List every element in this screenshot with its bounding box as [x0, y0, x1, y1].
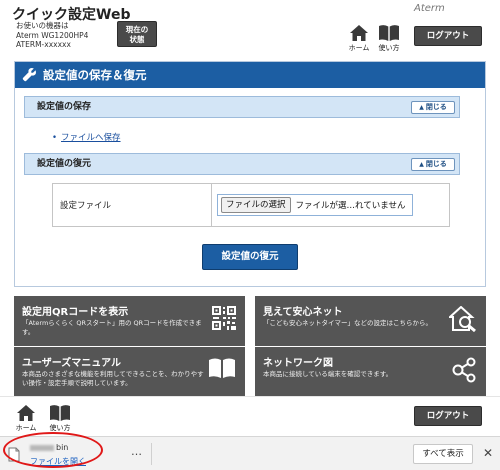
bullet-icon: •: [52, 133, 58, 143]
device-label: お使いの機器は: [16, 21, 69, 30]
home-icon: [350, 25, 368, 41]
save-close-label: 閉じる: [425, 103, 447, 111]
footer-manual-nav[interactable]: 使い方: [46, 404, 74, 434]
close-icon[interactable]: ✕: [483, 446, 493, 460]
tile-desc: 「Atermらくらく QRスタート」用の QRコードを作成できます。: [22, 319, 202, 336]
book-icon: [209, 358, 235, 378]
blurred-filename: [30, 444, 54, 451]
downloaded-file-name[interactable]: bin: [30, 443, 68, 452]
file-extension: bin: [56, 443, 69, 452]
logout-button[interactable]: ログアウト: [414, 26, 482, 46]
settings-file-cell: ファイルの選択 ファイルが選…れていません: [212, 184, 449, 226]
save-section-header[interactable]: 設定値の保存 ▲ 閉じる: [24, 96, 460, 118]
manual-nav[interactable]: 使い方: [375, 24, 403, 54]
network-icon: [452, 357, 476, 383]
header: クイック設定Web お使いの機器は Aterm WG1200HP4 ATERM-…: [0, 0, 500, 58]
device-info: お使いの機器は Aterm WG1200HP4 ATERM-xxxxxx: [16, 21, 88, 50]
save-to-file-label: ファイルへ保存: [61, 133, 121, 143]
footer-logout-button[interactable]: ログアウト: [414, 406, 482, 426]
status-button-line2: 状態: [129, 35, 145, 44]
home-label: ホーム: [348, 44, 370, 52]
footer-divider: [0, 396, 500, 397]
current-status-button[interactable]: 現在の 状態: [117, 21, 157, 47]
choose-file-button[interactable]: ファイルの選択: [221, 197, 291, 213]
tile-title: ネットワーク図: [263, 358, 333, 369]
footer-home-label: ホーム: [15, 424, 37, 432]
tile-desc: 「こども安心ネットタイマー」などの設定はこちらから。: [263, 319, 432, 327]
save-section-title: 設定値の保存: [37, 102, 92, 112]
tile-users-manual[interactable]: ユーザーズマニュアル 本商品のさまざまな機能を利用してできることを、わかりやすい…: [14, 347, 245, 397]
open-file-link[interactable]: ファイルを開く: [30, 456, 86, 467]
panel-title-bar: 設定値の保存＆復元: [15, 62, 485, 88]
device-model: Aterm WG1200HP4: [16, 30, 89, 40]
wrench-icon: [22, 68, 36, 82]
settings-file-label: 設定ファイル: [53, 184, 212, 226]
status-button-line1: 現在の: [125, 25, 149, 34]
device-ssid: ATERM-xxxxxx: [16, 40, 71, 49]
tile-desc: 本商品に接続している端末を確認できます。: [263, 370, 393, 378]
restore-section-title: 設定値の復元: [37, 159, 92, 169]
restore-section-header[interactable]: 設定値の復元 ▲ 閉じる: [24, 153, 460, 175]
manual-label: 使い方: [378, 44, 400, 52]
download-separator: [151, 443, 152, 465]
download-bar: bin ファイルを開く … すべて表示 ✕: [0, 436, 500, 470]
chevron-up-icon: ▲: [419, 104, 424, 111]
panel-title: 設定値の保存＆復元: [43, 68, 147, 82]
home-icon: [17, 405, 35, 421]
tile-desc: 本商品のさまざまな機能を利用してできることを、わかりやすい操作・設定手順で説明し…: [22, 370, 204, 387]
save-to-file-link[interactable]: • ファイルへ保存: [52, 131, 121, 143]
restore-button[interactable]: 設定値の復元: [202, 244, 298, 270]
footer-manual-label: 使い方: [49, 424, 71, 432]
restore-close-label: 閉じる: [425, 160, 447, 168]
tile-mieru-anshin[interactable]: 見えて安心ネット 「こども安心ネットタイマー」などの設定はこちらから。: [255, 296, 486, 346]
show-all-button[interactable]: すべて表示: [413, 444, 473, 464]
restore-section-close-button[interactable]: ▲ 閉じる: [411, 158, 455, 171]
tile-title: ユーザーズマニュアル: [22, 358, 121, 369]
brand-logo: Aterm: [414, 3, 445, 14]
tile-qr-code[interactable]: 設定用QRコードを表示 「Atermらくらく QRスタート」用の QRコードを作…: [14, 296, 245, 346]
settings-file-row: 設定ファイル ファイルの選択 ファイルが選…れていません: [52, 183, 450, 227]
save-section-close-button[interactable]: ▲ 閉じる: [411, 101, 455, 114]
tile-title: 見えて安心ネット: [263, 307, 343, 318]
qr-code-icon: [212, 306, 236, 330]
chevron-up-icon: ▲: [419, 161, 424, 168]
file-icon: [8, 447, 20, 462]
no-file-selected-text: ファイルが選…れていません: [295, 201, 406, 211]
more-options-icon[interactable]: …: [131, 445, 143, 458]
footer-home-nav[interactable]: ホーム: [12, 404, 40, 434]
tile-network-map[interactable]: ネットワーク図 本商品に接続している端末を確認できます。: [255, 347, 486, 397]
home-nav[interactable]: ホーム: [345, 24, 373, 54]
house-search-icon: [449, 306, 476, 332]
file-input[interactable]: ファイルの選択 ファイルが選…れていません: [217, 194, 413, 216]
book-icon: [379, 25, 399, 41]
tile-title: 設定用QRコードを表示: [22, 307, 129, 318]
book-icon: [50, 405, 70, 421]
